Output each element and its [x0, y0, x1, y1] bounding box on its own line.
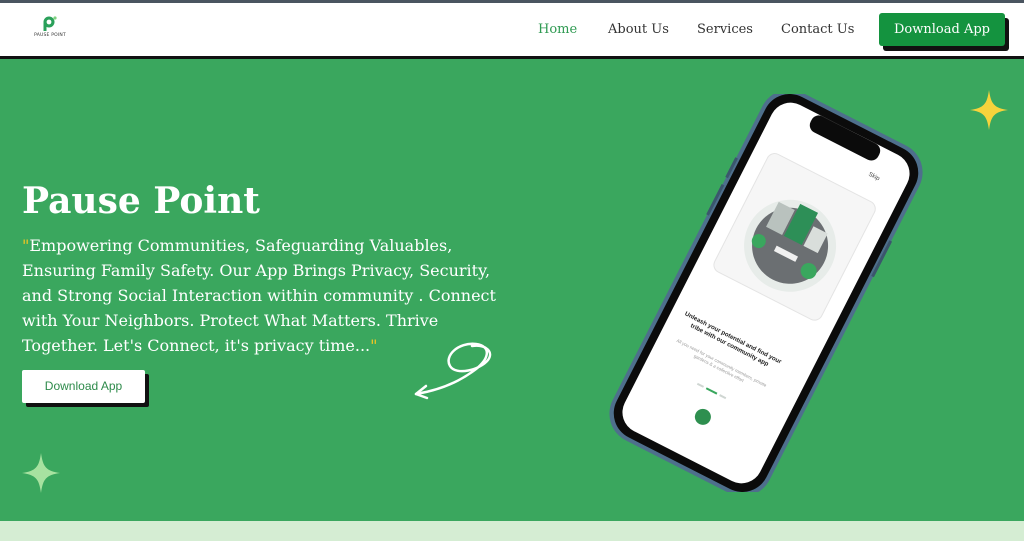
hero-download-app-button[interactable]: Download App [22, 370, 145, 403]
phone-mockup: Skip Unleash your potential and find you… [606, 89, 926, 497]
next-section-strip [0, 521, 1024, 541]
navbar: PAUSE POINT Home About Us Services Conta… [0, 3, 1024, 59]
nav-download-app-button[interactable]: Download App [879, 13, 1005, 46]
nav-contact-us[interactable]: Contact Us [781, 22, 854, 37]
nav-about-us[interactable]: About Us [608, 22, 669, 37]
logo-icon [43, 16, 57, 31]
brand-logo[interactable]: PAUSE POINT [34, 15, 66, 43]
quote-close: " [370, 336, 378, 355]
nav-services[interactable]: Services [697, 22, 753, 37]
sparkle-icon [970, 90, 1008, 130]
swirl-arrow-icon [414, 342, 492, 400]
hero-title: Pause Point [22, 180, 260, 222]
brand-name: PAUSE POINT [34, 33, 66, 38]
nav-home[interactable]: Home [538, 22, 577, 37]
sparkle-icon [22, 453, 60, 493]
